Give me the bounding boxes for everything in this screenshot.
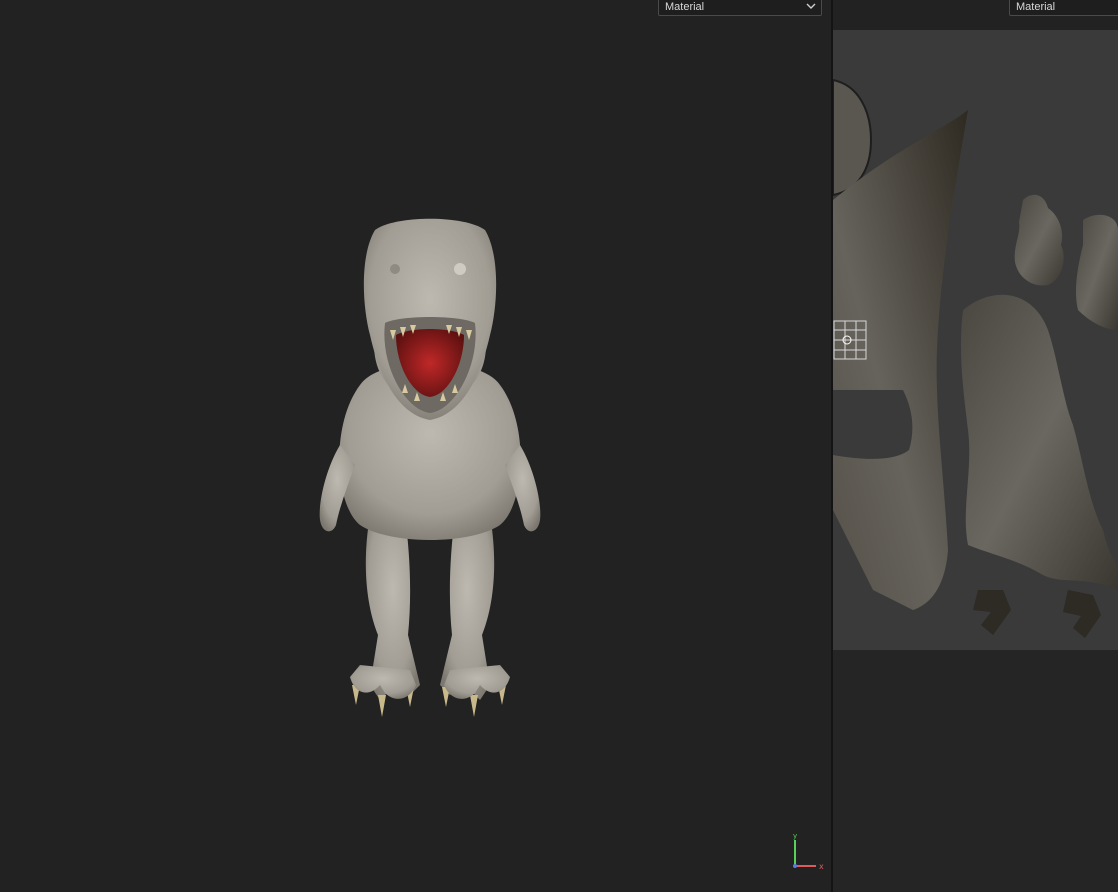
shading-mode-dropdown-2d[interactable]: Material	[1009, 0, 1118, 16]
uv-empty-area[interactable]	[833, 650, 1118, 892]
dinosaur-model[interactable]	[300, 215, 560, 730]
shading-mode-value: Material	[1016, 1, 1056, 13]
axis-gizmo: y x	[793, 832, 824, 871]
shading-mode-value: Material	[665, 1, 705, 13]
axis-x-label: x	[819, 862, 824, 871]
chevron-down-icon	[806, 3, 816, 9]
shading-mode-dropdown-3d[interactable]: Material	[658, 0, 822, 16]
uv-texture-islands	[833, 78, 1118, 638]
uv-grid-cursor-icon[interactable]	[833, 320, 869, 360]
viewport-3d[interactable]: Material y x	[0, 0, 831, 892]
uv-texture-area[interactable]	[833, 30, 1118, 650]
viewport-2d[interactable]: Material	[833, 0, 1118, 892]
axis-y-label: y	[793, 832, 797, 840]
